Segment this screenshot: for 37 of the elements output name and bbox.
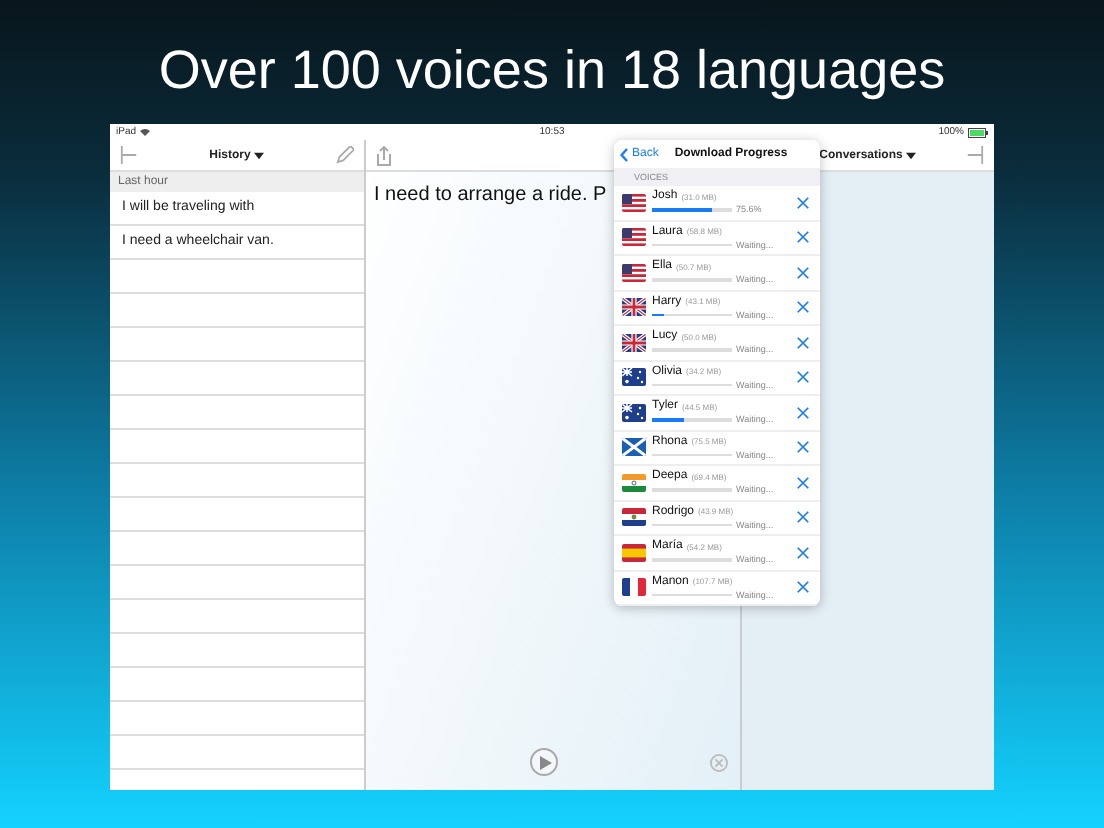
cancel-icon[interactable]	[796, 580, 810, 595]
cancel-icon[interactable]	[796, 230, 810, 245]
cancel-icon[interactable]	[796, 545, 810, 560]
flag-icon	[622, 228, 646, 247]
cancel-icon[interactable]	[796, 440, 810, 455]
cancel-icon[interactable]	[796, 475, 810, 490]
flag-icon	[622, 543, 646, 562]
cancel-icon[interactable]	[796, 265, 810, 280]
battery-icon	[968, 127, 989, 137]
cancel-icon[interactable]	[796, 405, 810, 420]
sidebar-icon[interactable]	[120, 146, 138, 164]
wifi-icon	[140, 128, 151, 136]
flag-icon	[622, 508, 646, 527]
chevron-icon	[620, 147, 628, 161]
caret-icon	[254, 151, 265, 159]
flag-icon	[622, 298, 646, 317]
cancel-icon[interactable]	[796, 335, 810, 350]
play-button[interactable]	[530, 748, 558, 776]
phrase-text: I need to arrange a ride. P	[374, 184, 607, 206]
flag-icon	[622, 438, 646, 457]
flag-icon	[622, 263, 646, 282]
flag-icon	[622, 578, 646, 597]
caret-icon	[906, 151, 917, 159]
share-icon[interactable]	[376, 145, 392, 165]
flag-icon	[622, 403, 646, 422]
sidebar-icon[interactable]	[966, 146, 984, 164]
headline: Over 100 voices in 18 languages	[158, 38, 946, 104]
flag-icon	[622, 193, 646, 212]
play-icon	[539, 755, 551, 769]
cancel-icon[interactable]	[796, 370, 810, 385]
cancel-icon[interactable]	[796, 510, 810, 525]
pencil-icon[interactable]	[335, 146, 354, 164]
flag-icon	[622, 333, 646, 352]
flag-icon	[622, 368, 646, 387]
cancel-icon[interactable]	[796, 300, 810, 315]
cancel-icon[interactable]	[796, 195, 810, 210]
flag-icon	[622, 473, 646, 492]
